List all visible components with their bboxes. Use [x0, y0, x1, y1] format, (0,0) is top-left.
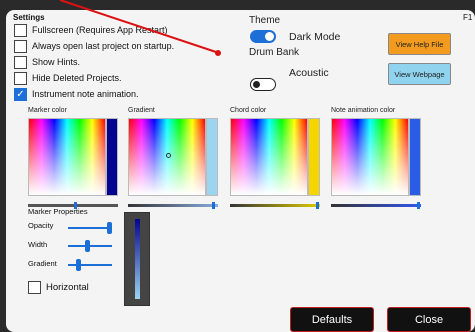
dark-mode-label: Dark Mode — [289, 31, 341, 43]
gradient-property-label: Gradient — [28, 259, 57, 268]
slider-thumb[interactable] — [76, 259, 81, 271]
opacity-slider[interactable] — [68, 222, 112, 234]
defaults-button[interactable]: Defaults — [290, 307, 374, 332]
view-help-file-button[interactable]: View Help File — [388, 33, 451, 55]
note-animation-checkbox[interactable]: ✓ Instrument note animation. — [14, 87, 139, 101]
note-animation-brightness-slider[interactable] — [331, 202, 421, 209]
gradient-property-slider[interactable] — [68, 259, 112, 271]
dark-mode-toggle[interactable] — [250, 30, 276, 43]
chord-brightness-slider[interactable] — [230, 202, 320, 209]
checkmark-icon[interactable]: ✓ — [14, 87, 27, 101]
toggle-knob — [253, 80, 260, 88]
slider-thumb[interactable] — [417, 202, 420, 209]
settings-title: Settings — [13, 13, 45, 22]
checkbox-label: Always open last project on startup. — [32, 41, 175, 51]
gradient-swatch[interactable] — [206, 118, 218, 196]
slider-thumb[interactable] — [212, 202, 215, 209]
marker-preview-bar — [135, 219, 140, 299]
horizontal-label: Horizontal — [46, 281, 89, 293]
marker-color-swatch[interactable] — [106, 118, 118, 196]
horizontal-checkbox[interactable]: Horizontal — [28, 280, 89, 294]
acoustic-toggle[interactable] — [250, 78, 276, 91]
note-animation-color-label: Note animation color — [331, 107, 396, 114]
checkbox-box[interactable] — [14, 71, 27, 85]
open-last-project-checkbox[interactable]: Always open last project on startup. — [14, 39, 174, 53]
toggle-knob — [265, 32, 274, 41]
width-label: Width — [28, 240, 48, 249]
checkbox-box[interactable] — [14, 55, 27, 69]
note-animation-color-picker[interactable] — [331, 118, 409, 196]
slider-thumb[interactable] — [107, 222, 112, 234]
view-webpage-button[interactable]: View Webpage — [388, 63, 451, 85]
marker-color-picker[interactable] — [28, 118, 106, 196]
width-slider[interactable] — [68, 240, 112, 252]
checkbox-label: Show Hints. — [32, 57, 81, 67]
acoustic-label: Acoustic — [289, 67, 329, 79]
hide-deleted-checkbox[interactable]: Hide Deleted Projects. — [14, 71, 122, 85]
marker-color-label: Marker color — [28, 107, 67, 114]
gradient-label: Gradient — [128, 107, 155, 114]
chord-color-label: Chord color — [230, 107, 267, 114]
marker-preview — [124, 212, 150, 306]
slider-thumb[interactable] — [85, 240, 90, 252]
settings-panel: Settings F1 Fullscreen (Requires App Res… — [6, 10, 475, 332]
marker-properties-title: Marker Properties — [28, 207, 88, 216]
slider-thumb[interactable] — [316, 202, 319, 209]
checkbox-label: Fullscreen (Requires App Restart) — [32, 25, 168, 35]
theme-label: Theme — [249, 15, 281, 26]
note-animation-color-swatch[interactable] — [409, 118, 421, 196]
show-hints-checkbox[interactable]: Show Hints. — [14, 55, 80, 69]
checkbox-label: Hide Deleted Projects. — [32, 73, 122, 83]
fullscreen-checkbox[interactable]: Fullscreen (Requires App Restart) — [14, 23, 168, 37]
gradient-brightness-slider[interactable] — [128, 202, 218, 209]
checkbox-box[interactable] — [28, 280, 41, 294]
picker-cursor — [166, 153, 171, 158]
checkbox-box[interactable] — [14, 23, 27, 37]
opacity-label: Opacity — [28, 221, 54, 230]
checkbox-label: Instrument note animation. — [32, 89, 139, 99]
shortcut-label: F1 — [463, 13, 473, 22]
drum-bank-label: Drum Bank — [249, 47, 300, 58]
chord-color-picker[interactable] — [230, 118, 308, 196]
close-button[interactable]: Close — [387, 307, 471, 332]
chord-color-swatch[interactable] — [308, 118, 320, 196]
checkbox-box[interactable] — [14, 39, 27, 53]
